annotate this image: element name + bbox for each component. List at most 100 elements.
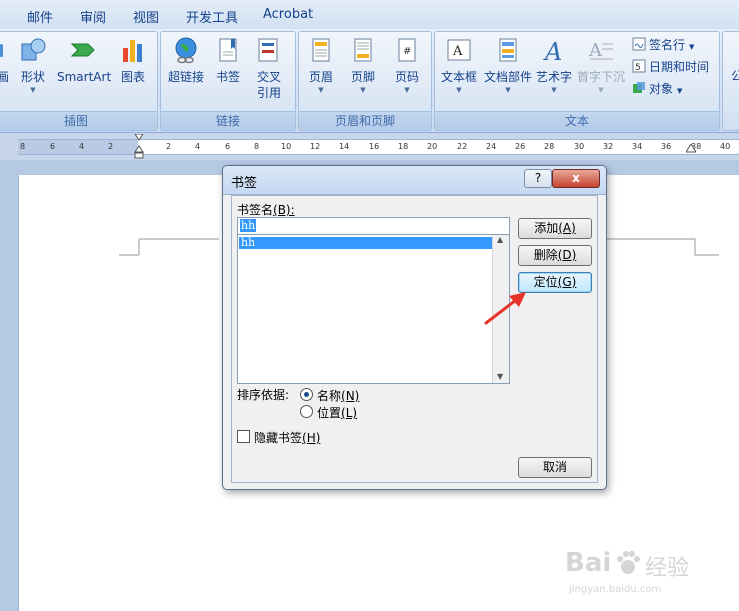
symbols-group-partial: 公 [722, 31, 739, 131]
dialog-body: 书签名(B): hh hh ▲ ▼ 添加(A) 删除(D) 定位(G) 排序依据… [231, 195, 598, 483]
baidu-jingyan-watermark: Bai 经验 jingyan.baidu.com [565, 548, 735, 608]
quick-parts-button[interactable]: 文档部件 ▼ [483, 36, 533, 95]
footer-icon [354, 38, 372, 62]
ruler-tick: 12 [310, 142, 321, 151]
quick-parts-icon [499, 38, 517, 62]
ruler-tick: 8 [254, 142, 260, 151]
cancel-button[interactable]: 取消 [518, 457, 592, 478]
ruler-tick: 14 [339, 142, 350, 151]
right-indent-marker-icon[interactable] [686, 144, 696, 154]
ruler-tick: 6 [50, 142, 56, 151]
scroll-up-icon[interactable]: ▲ [497, 235, 503, 244]
footer-button[interactable]: 页脚 ▼ [345, 36, 381, 95]
tab-acrobat[interactable]: Acrobat [263, 7, 313, 22]
bookmark-name-label: 书签名(B): [237, 201, 295, 218]
hyperlink-label: 超链接 [167, 70, 204, 84]
hidden-bookmarks-checkbox[interactable] [237, 430, 250, 443]
picture-button[interactable]: 画 [0, 36, 11, 85]
indent-marker-icon[interactable] [134, 134, 144, 162]
ruler-left-margin [18, 140, 138, 154]
equation-label-partial: 公 [730, 69, 739, 83]
bookmark-name-input[interactable]: hh [237, 217, 510, 235]
chart-button[interactable]: 图表 [115, 36, 151, 85]
list-item[interactable]: hh [239, 237, 492, 249]
ruler-tick: 28 [544, 142, 555, 151]
signature-line-button[interactable]: 签名行 ▼ [632, 36, 694, 53]
sort-by-name-option[interactable]: 名称(N) [300, 387, 380, 404]
cross-reference-label-line1: 交叉 [256, 70, 281, 84]
sort-by-name-label: 名称(N) [317, 387, 359, 404]
textbox-label: 文本框 [440, 70, 477, 84]
quick-parts-label: 文档部件 [483, 70, 532, 84]
sort-by-location-option[interactable]: 位置(L) [300, 404, 380, 420]
ruler-tick: 4 [195, 142, 201, 151]
illustrations-group-label: 插图 [0, 111, 157, 130]
ruler-tick: 6 [225, 142, 231, 151]
shapes-dropdown-icon[interactable]: ▼ [15, 85, 51, 95]
bookmark-list[interactable]: hh ▲ ▼ [237, 234, 510, 384]
drop-cap-button[interactable]: A 首字下沉 ▼ [575, 36, 627, 95]
page-number-label: 页码 [394, 70, 419, 84]
footer-dropdown-icon[interactable]: ▼ [345, 85, 381, 95]
ruler-tick: 10 [281, 142, 292, 151]
add-button[interactable]: 添加(A) [518, 218, 592, 239]
textbox-dropdown-icon[interactable]: ▼ [437, 85, 481, 95]
shapes-icon [21, 38, 46, 61]
equation-button-partial[interactable]: 公 [727, 68, 739, 84]
wordart-label: 艺术字 [535, 70, 572, 84]
delete-button[interactable]: 删除(D) [518, 245, 592, 266]
sort-by-location-radio[interactable] [300, 405, 313, 418]
bookmark-button[interactable]: 书签 [211, 36, 245, 85]
horizontal-ruler: 8 6 4 2 2 4 6 8 10 12 14 16 18 20 22 24 … [0, 133, 739, 160]
textbox-icon: A [447, 39, 471, 61]
ruler-tick: 30 [574, 142, 585, 151]
smartart-button[interactable]: SmartArt [57, 36, 111, 85]
page-number-dropdown-icon[interactable]: ▼ [389, 85, 425, 95]
ruler-tick: 34 [632, 142, 643, 151]
picture-icon [0, 44, 3, 57]
quick-parts-dropdown-icon[interactable]: ▼ [483, 85, 533, 95]
tab-review[interactable]: 审阅 [80, 7, 106, 26]
hyperlink-button[interactable]: 超链接 [165, 36, 207, 85]
shapes-button[interactable]: 形状 ▼ [15, 36, 51, 95]
watermark-brand-2: 经验 [645, 556, 690, 581]
ruler-tick: 2 [108, 142, 114, 151]
date-time-icon: 5 [632, 59, 646, 73]
textbox-button[interactable]: A 文本框 ▼ [437, 36, 481, 95]
page-number-button[interactable]: # 页码 ▼ [389, 36, 425, 95]
drop-cap-icon: A [588, 40, 613, 61]
signature-line-dropdown-icon[interactable]: ▼ [689, 43, 694, 51]
sort-by-location-key: (L) [341, 406, 358, 420]
drop-cap-label: 首字下沉 [576, 70, 625, 84]
close-button[interactable]: x [552, 169, 600, 188]
tab-view[interactable]: 视图 [133, 7, 159, 26]
object-dropdown-icon[interactable]: ▼ [677, 87, 682, 95]
add-button-label: 添加 [534, 221, 559, 235]
scroll-down-icon[interactable]: ▼ [497, 372, 503, 381]
wordart-button[interactable]: A 艺术字 ▼ [535, 36, 573, 95]
ruler-tick: 8 [20, 142, 26, 151]
svg-text:#: # [403, 46, 411, 57]
tab-developer[interactable]: 开发工具 [186, 7, 238, 26]
object-button[interactable]: 对象 ▼ [632, 80, 682, 97]
help-button[interactable]: ? [524, 169, 552, 188]
bookmark-name-label-key: (B): [273, 203, 295, 217]
sort-by-name-radio[interactable] [300, 388, 313, 401]
header-footer-group: 页眉 ▼ 页脚 ▼ # 页码 ▼ 页眉和页脚 [298, 31, 432, 131]
tab-mailings[interactable]: 邮件 [27, 7, 53, 26]
page-number-icon: # [398, 38, 416, 62]
sort-by-name-text: 名称 [317, 389, 342, 403]
delete-button-label: 删除 [533, 248, 558, 262]
goto-button-key: (G) [557, 275, 577, 289]
dialog-title: 书签 [231, 176, 258, 191]
header-dropdown-icon[interactable]: ▼ [303, 85, 339, 95]
cross-reference-button[interactable]: 交叉 引用 [249, 36, 289, 101]
svg-text:A: A [588, 40, 603, 61]
header-button[interactable]: 页眉 ▼ [303, 36, 339, 95]
wordart-dropdown-icon[interactable]: ▼ [535, 85, 573, 95]
dialog-titlebar[interactable]: 书签 ? x [223, 166, 606, 195]
drop-cap-dropdown-icon[interactable]: ▼ [575, 85, 627, 95]
hidden-bookmarks-option[interactable]: 隐藏书签(H) [237, 429, 357, 445]
chart-label: 图表 [120, 70, 145, 84]
date-time-button[interactable]: 5 日期和时间 [632, 58, 709, 75]
